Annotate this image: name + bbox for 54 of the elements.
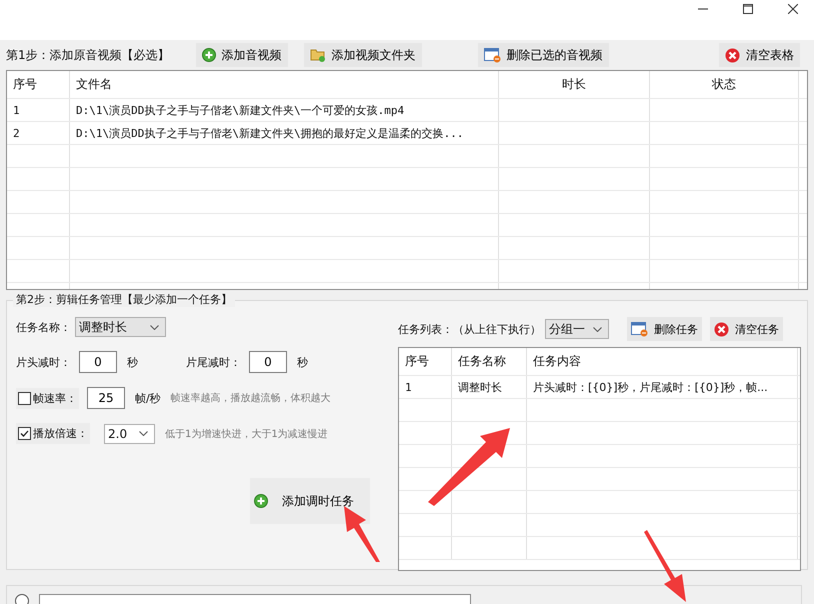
column-header: 序号 [7,71,70,98]
hint-text: 低于1为增速快进，大于1为减速慢进 [165,428,328,440]
column-header: 序号 [399,348,452,375]
column-header: 状态 [650,71,799,98]
table-cell: 1 [7,99,70,121]
checkbox[interactable]: 帧速率： [16,388,79,408]
group-title: 第2步：剪辑任务管理【最少添加一个任务】 [13,292,235,307]
field-label: 片头减时： [16,354,71,370]
plus-icon [254,494,268,508]
table-cell: D:\1\演员DD执子之手与子偕老\新建文件夹\一个可爱的女孩.mp4 [70,99,499,121]
unit-label: 帧/秒 [135,390,161,406]
table-cell: 1 [399,376,452,398]
column-header: 文件名 [70,71,499,98]
task-list-label: 任务列表：（从上往下执行） [398,322,541,336]
field-label: 片尾减时： [186,354,241,370]
column-header: 时长 [499,71,650,98]
speed-dropdown[interactable]: 2.0 [104,424,155,444]
toolbar-button[interactable]: 清空表格 [719,43,800,67]
input-field[interactable]: 0 [249,351,287,373]
step-label: 第1步：添加原音视频【必选】 [6,46,170,64]
column-header: 任务名称 [452,348,527,375]
checkbox[interactable]: 播放倍速： [16,423,90,444]
unit-label: 秒 [127,354,138,370]
plus-icon [202,48,216,62]
maximize-icon[interactable] [743,4,753,14]
close-icon [725,48,740,62]
group-dropdown[interactable]: 分组一 [545,319,609,339]
radio-button[interactable] [15,594,29,604]
table-cell: 2 [7,122,70,144]
add-task-button[interactable]: 添加调时任务 [250,478,370,524]
chevron-icon [139,431,148,436]
chevron-icon [150,324,159,330]
toolbar-button[interactable]: 删除任务 [627,317,702,341]
chevron-icon [593,326,602,332]
toolbar-button[interactable]: 添加音视频 [196,43,288,67]
column-header: 任务内容 [527,348,798,375]
table-cell: 调整时长 [452,376,527,398]
task-name-dropdown[interactable]: 调整时长 [75,317,166,337]
table-cell: D:\1\演员DD执子之手与子偕老\新建文件夹\拥抱的最好定义是温柔的交换... [70,122,499,144]
toolbar-button[interactable]: 添加视频文件夹 [304,43,422,67]
hint-text: 帧速率越高，播放越流畅，体积越大 [170,392,331,405]
toolbar-button[interactable]: 删除已选的音视频 [478,43,609,67]
input-field[interactable]: 25 [87,387,125,409]
checkmark-icon [19,428,30,439]
field-label: 任务名称： [16,320,71,334]
window-remove-icon [631,322,648,336]
window-remove-icon [484,48,501,62]
toolbar-button[interactable]: 清空任务 [710,317,783,341]
table-cell: 片头减时：[{0}]秒，片尾减时：[{0}]秒，帧... [527,376,798,398]
input-field[interactable]: 0 [79,351,117,373]
close-icon[interactable] [788,4,798,14]
close-icon [714,322,729,336]
unit-label: 秒 [297,354,308,370]
folder-icon [310,48,326,62]
